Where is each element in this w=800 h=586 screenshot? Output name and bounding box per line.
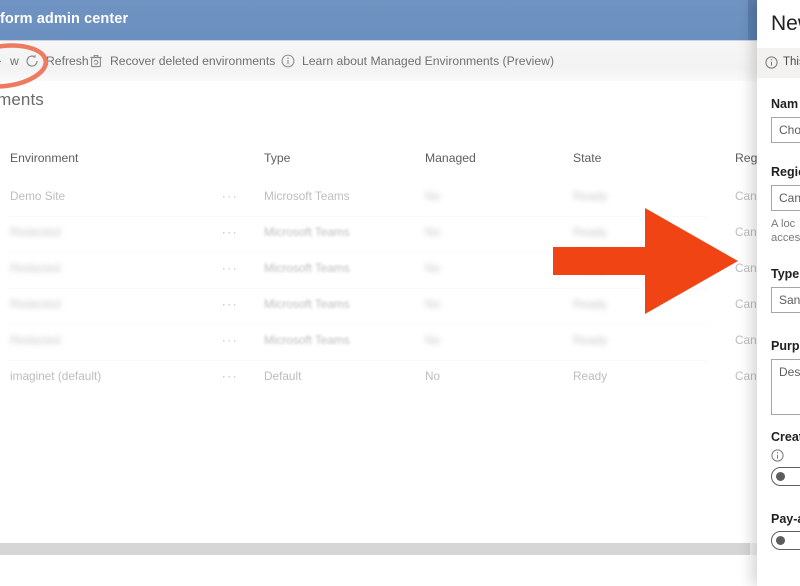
row-overflow-menu-icon[interactable]: ···	[215, 178, 245, 214]
cell-state: Ready	[573, 333, 608, 347]
row-overflow-menu-icon[interactable]: ···	[215, 358, 245, 394]
app-window: form admin center w Refresh Recover dele…	[0, 0, 800, 586]
recover-deleted-environments-button[interactable]: Recover deleted environments	[88, 41, 275, 81]
bottom-whitespace	[0, 555, 757, 586]
refresh-label: Refresh	[46, 54, 89, 68]
panel-title: New	[771, 12, 800, 35]
cell-managed: No	[425, 333, 441, 347]
cell-environment[interactable]: Redacted	[10, 286, 210, 322]
purpose-textarea[interactable]: Des	[771, 359, 800, 415]
pay-as-you-go-toggle[interactable]	[771, 531, 800, 550]
panel-info-text: This	[783, 56, 800, 68]
row-overflow-menu-icon[interactable]: ···	[215, 214, 245, 250]
cell-managed: No	[425, 369, 441, 383]
recover-deleted-environments-label: Recover deleted environments	[110, 54, 276, 68]
learn-managed-environments-link[interactable]: Learn about Managed Environments (Previe…	[280, 41, 554, 81]
cell-managed: No	[425, 189, 441, 203]
cell-environment[interactable]: Redacted	[10, 322, 210, 358]
cell-type: Microsoft Teams	[264, 333, 350, 347]
type-select[interactable]: San	[771, 287, 800, 313]
table-row[interactable]: Redacted ··· Microsoft Teams No Ready Ca…	[0, 214, 757, 250]
cell-state: Ready	[573, 261, 608, 275]
cell-state: Ready	[573, 369, 608, 383]
create-database-toggle[interactable]	[771, 467, 800, 486]
info-icon	[280, 54, 295, 69]
plus-icon	[0, 54, 3, 69]
type-field-label: Type	[771, 267, 800, 281]
cell-type: Microsoft Teams	[264, 297, 350, 311]
name-input[interactable]: Cho	[771, 117, 800, 143]
column-header-state[interactable]: State	[573, 140, 683, 176]
region-select[interactable]: Can	[771, 185, 800, 211]
refresh-button[interactable]: Refresh	[24, 41, 89, 81]
cell-environment[interactable]: Demo Site	[10, 178, 210, 214]
region-help-line-1: A loc	[771, 218, 796, 230]
horizontal-scrollbar[interactable]	[0, 543, 757, 555]
horizontal-scrollbar-thumb[interactable]	[0, 543, 750, 555]
app-title: form admin center	[0, 11, 129, 27]
cell-state: Ready	[573, 297, 608, 311]
row-overflow-menu-icon[interactable]: ···	[215, 250, 245, 286]
environments-table: Environment Type Managed State Reg Demo …	[0, 140, 757, 540]
new-environment-button[interactable]: w	[0, 41, 19, 81]
cell-state: Ready	[573, 225, 608, 239]
cell-type: Microsoft Teams	[264, 225, 350, 239]
cell-environment[interactable]: imaginet (default)	[10, 358, 210, 394]
new-environment-label: w	[10, 54, 19, 68]
cell-managed: No	[425, 225, 441, 239]
info-icon	[765, 56, 778, 69]
table-header-row: Environment Type Managed State Reg	[0, 140, 757, 176]
row-overflow-menu-icon[interactable]: ···	[215, 322, 245, 358]
column-header-environment[interactable]: Environment	[10, 140, 210, 176]
cell-managed: No	[425, 261, 441, 275]
learn-managed-environments-label: Learn about Managed Environments (Previe…	[302, 54, 555, 68]
region-help-line-2: acces	[771, 232, 800, 244]
refresh-icon	[24, 54, 39, 69]
cell-type: Microsoft Teams	[264, 261, 350, 275]
name-field-label: Nam	[771, 97, 799, 111]
panel-info-banner: This	[757, 48, 800, 78]
table-row[interactable]: imaginet (default) ··· Default No Ready …	[0, 358, 757, 394]
cell-environment[interactable]: Redacted	[10, 214, 210, 250]
column-header-managed[interactable]: Managed	[425, 140, 525, 176]
row-overflow-menu-icon[interactable]: ···	[215, 286, 245, 322]
region-field-label: Regio	[771, 165, 800, 179]
table-row[interactable]: Demo Site ··· Microsoft Teams No Ready C…	[0, 178, 757, 214]
page-title: onments	[0, 90, 44, 109]
table-row[interactable]: Redacted ··· Microsoft Teams No Ready Ca…	[0, 322, 757, 358]
table-row[interactable]: Redacted ··· Microsoft Teams No Ready Ca…	[0, 250, 757, 286]
command-bar: w Refresh Recover deleted environments L…	[0, 40, 757, 81]
cell-environment[interactable]: Redacted	[10, 250, 210, 286]
table-row[interactable]: Redacted ··· Microsoft Teams No Ready Ca…	[0, 286, 757, 322]
trash-restore-icon	[88, 54, 103, 69]
cell-type: Microsoft Teams	[264, 189, 350, 203]
create-database-label: Creat	[771, 430, 800, 444]
app-header-bar: form admin center	[0, 0, 757, 40]
column-header-type[interactable]: Type	[264, 140, 414, 176]
info-icon	[771, 449, 784, 462]
purpose-field-label: Purp	[771, 339, 800, 353]
pay-as-you-go-label: Pay-a	[771, 512, 800, 526]
cell-type: Default	[264, 369, 302, 383]
cell-state: Ready	[573, 189, 608, 203]
cell-managed: No	[425, 297, 441, 311]
new-environment-panel: New This Nam Cho Regio Can A loc acces T…	[757, 0, 800, 586]
